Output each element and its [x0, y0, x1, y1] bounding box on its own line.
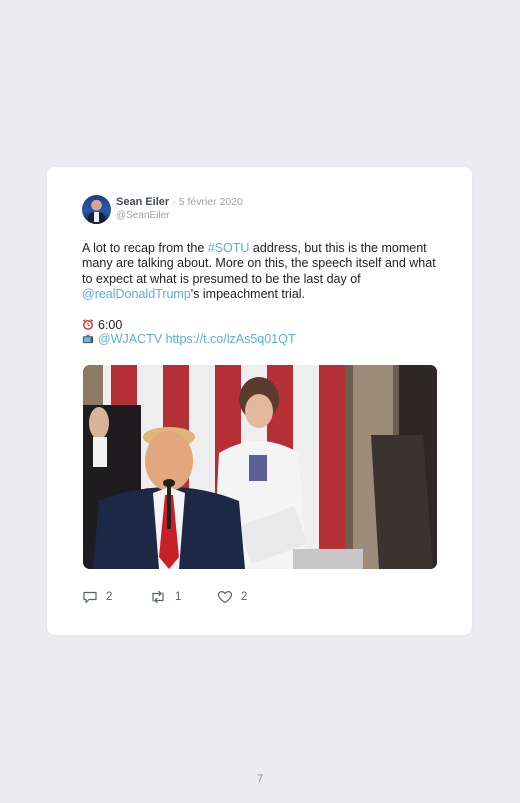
short-link[interactable]: https://t.co/lzAs5q01QT: [166, 332, 296, 346]
retweet-button[interactable]: 1: [149, 590, 181, 604]
page-number: 7: [256, 773, 264, 785]
retweet-count: 1: [175, 591, 182, 603]
tweet-date[interactable]: 5 février 2020: [179, 196, 243, 208]
retweet-icon: [152, 590, 164, 604]
author-handle[interactable]: @SeanEiler: [116, 210, 170, 221]
like-count: 2: [241, 591, 248, 603]
alarm-clock-icon: [82, 319, 94, 330]
like-button[interactable]: 2: [217, 590, 247, 604]
tweet-text-part: 's impeachment trial.: [190, 286, 306, 301]
mention-link[interactable]: @realDonaldTrump: [82, 287, 191, 301]
tweet-text: A lot to recap from the #SOTU address, b…: [82, 241, 442, 302]
television-icon: [82, 334, 94, 344]
reply-count: 2: [106, 591, 113, 603]
hashtag-link[interactable]: #SOTU: [208, 241, 250, 255]
author-row: Sean Eiler · 5 février 2020: [116, 196, 243, 208]
reply-icon: [83, 591, 97, 604]
channel-line: @WJACTV https://t.co/lzAs5q01QT: [82, 332, 295, 346]
author-name[interactable]: Sean Eiler: [116, 196, 169, 208]
heart-icon: [217, 591, 233, 604]
reply-button[interactable]: 2: [82, 590, 112, 604]
tweet-media-image[interactable]: [83, 365, 437, 569]
media-photo: [83, 365, 437, 569]
tweet-card: Sean Eiler · 5 février 2020 @SeanEiler A…: [47, 167, 472, 635]
time-line: 6:00: [82, 318, 122, 332]
time-text: 6:00: [98, 318, 123, 332]
tweet-text-part: A lot to recap from the: [82, 241, 208, 255]
avatar[interactable]: [82, 195, 111, 224]
channel-mention-link[interactable]: @WJACTV: [98, 332, 162, 346]
